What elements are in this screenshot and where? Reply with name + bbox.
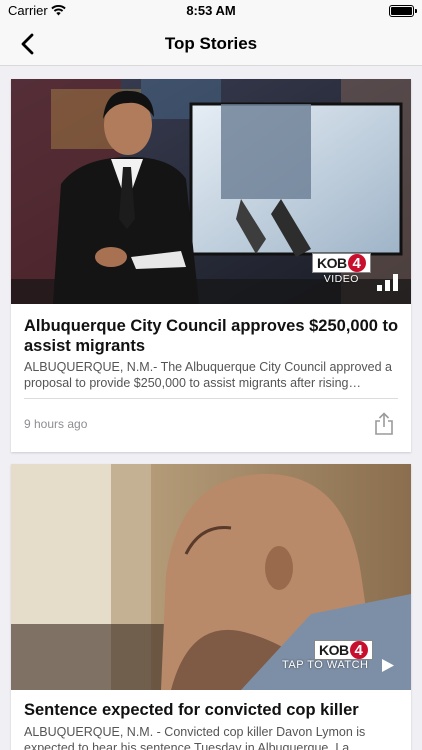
story-summary: ALBUQUERQUE, N.M.- The Albuquerque City … [24, 360, 392, 390]
play-icon[interactable] [381, 658, 395, 673]
story-card[interactable]: KOB 4 TAP TO WATCH Sentence expected for… [11, 464, 411, 750]
story-video-thumbnail[interactable]: KOB 4 VIDEO [11, 79, 411, 304]
share-icon [375, 412, 393, 435]
logo-number: 4 [349, 641, 368, 659]
story-timestamp: 9 hours ago [24, 417, 88, 431]
story-card[interactable]: KOB 4 VIDEO Albuquerque City Council app… [11, 79, 411, 452]
logo-number: 4 [347, 254, 366, 272]
page-title: Top Stories [164, 34, 258, 53]
story-video-thumbnail[interactable]: KOB 4 TAP TO WATCH [11, 464, 411, 690]
share-button[interactable] [373, 412, 395, 436]
video-label: VIDEO [323, 273, 359, 285]
story-summary: ALBUQUERQUE, N.M. - Convicted cop killer… [24, 725, 366, 750]
logo-text: KOB [319, 642, 349, 658]
tap-to-watch-label[interactable]: TAP TO WATCH [282, 659, 368, 671]
signal-bars-icon [377, 274, 398, 291]
kob4-logo: KOB 4 [314, 640, 373, 660]
status-bar: Carrier 8:53 AM [0, 0, 422, 22]
navigation-bar: Top Stories [0, 22, 422, 66]
battery-icon [389, 5, 417, 17]
story-headline[interactable]: Sentence expected for convicted cop kill… [24, 700, 399, 720]
story-headline[interactable]: Albuquerque City Council approves $250,0… [24, 316, 399, 356]
kob4-logo: KOB 4 VIDEO [312, 253, 371, 285]
logo-text: KOB [317, 255, 347, 271]
card-divider [24, 398, 398, 399]
clock: 8:53 AM [186, 3, 236, 18]
